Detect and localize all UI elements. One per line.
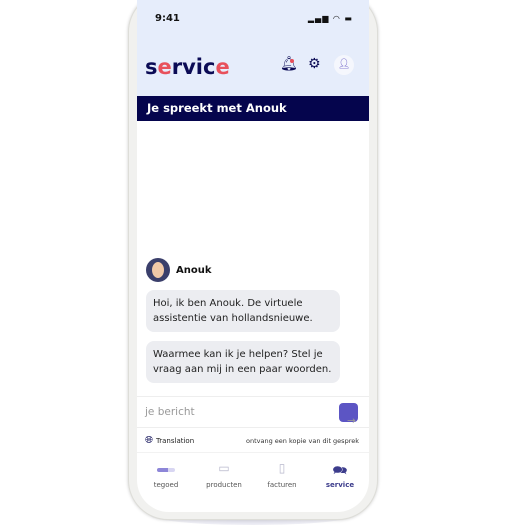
sim-card-icon: ▭ — [218, 461, 230, 475]
message-input[interactable]: je bericht → — [137, 396, 369, 428]
balance-icon — [157, 468, 175, 472]
chat-message: Waarmee kan ik je helpen? Stel je vraag … — [146, 341, 340, 383]
app-header: 9:41 ▂▄▆ ◠ ▬ service 🔔︎ ⚙ 👤︎ — [137, 0, 369, 96]
nav-service[interactable]: 🗪︎ service — [311, 453, 369, 502]
invoice-icon: ▯ — [278, 461, 286, 475]
nav-facturen[interactable]: ▯ facturen — [253, 453, 311, 502]
agent-header: Anouk — [146, 258, 212, 282]
copy-link[interactable]: ontvang een kopie van dit gesprek — [246, 437, 359, 445]
arrow-right-icon: → — [347, 415, 356, 427]
nav-tegoed[interactable]: tegoed — [137, 453, 195, 502]
app-screen: 9:41 ▂▄▆ ◠ ▬ service 🔔︎ ⚙ 👤︎ Je spreekt … — [137, 0, 369, 512]
status-icons: ▂▄▆ ◠ ▬ — [307, 14, 353, 23]
notification-dot — [290, 59, 294, 63]
translation-button[interactable]: 🌐︎ Translation — [145, 435, 194, 446]
status-time: 9:41 — [155, 13, 180, 24]
chat-icon: 🗪︎ — [332, 463, 348, 477]
logo: service — [145, 55, 230, 79]
gear-icon[interactable]: ⚙ — [308, 56, 321, 72]
bell-icon[interactable]: 🔔︎ — [280, 56, 298, 72]
chat-message: Hoi, ik ben Anouk. De virtuele assistent… — [146, 290, 340, 332]
user-icon[interactable]: 👤︎ — [334, 55, 354, 75]
agent-name: Anouk — [176, 264, 212, 276]
globe-icon: 🌐︎ — [145, 435, 153, 446]
translation-label: Translation — [156, 436, 195, 445]
chat-title: Je spreekt met Anouk — [137, 96, 369, 121]
send-button[interactable]: → — [339, 403, 358, 427]
nav-producten[interactable]: ▭ producten — [195, 453, 253, 502]
message-placeholder: je bericht — [145, 406, 195, 418]
avatar — [146, 258, 170, 282]
bottom-nav: tegoed ▭ producten ▯ facturen 🗪︎ service — [137, 452, 369, 502]
